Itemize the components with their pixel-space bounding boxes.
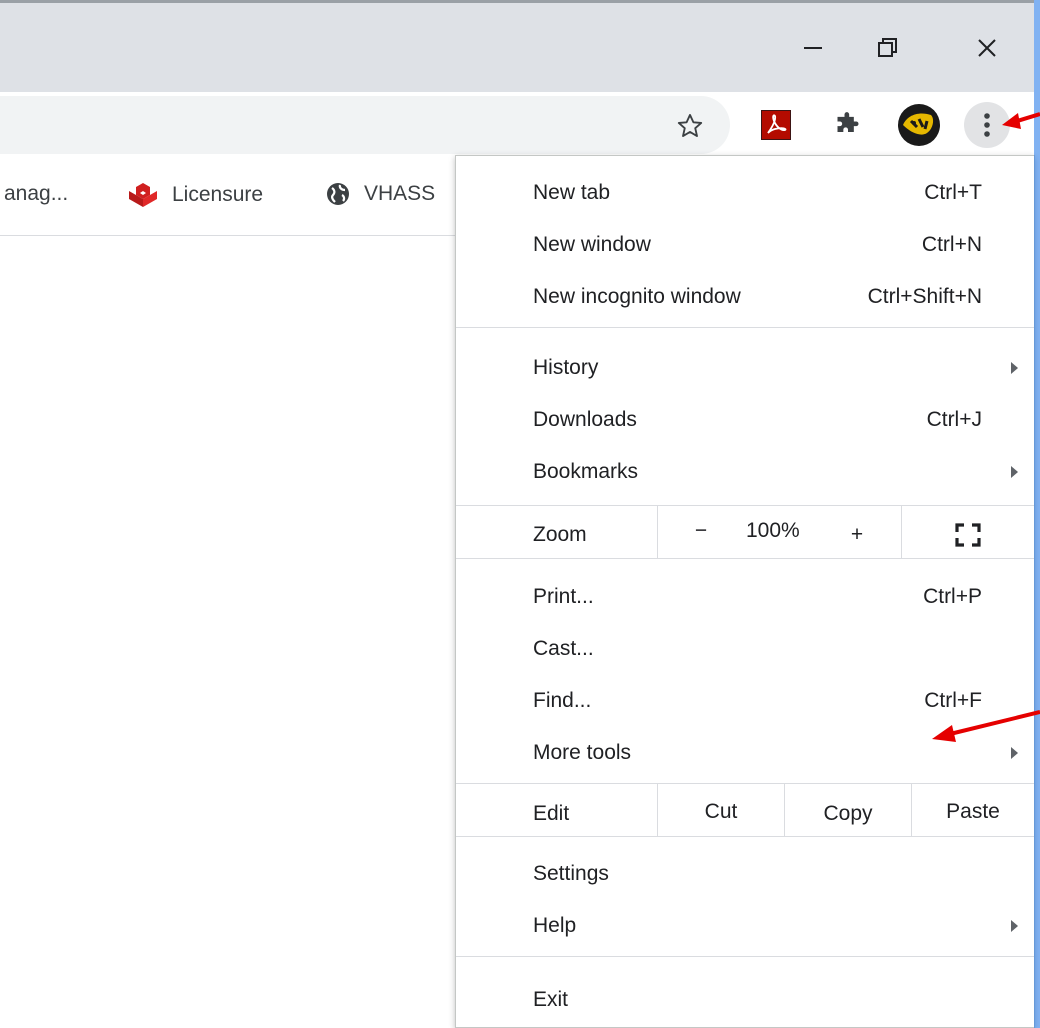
copy-button[interactable]: Copy xyxy=(785,802,911,826)
menu-separator xyxy=(456,558,1034,559)
menu-item-shortcut: Ctrl+Shift+N xyxy=(867,285,982,308)
menu-item-shortcut: Ctrl+N xyxy=(921,233,982,256)
bookmark-item-licensure[interactable]: Licensure xyxy=(128,182,263,208)
menu-item-print[interactable]: Print... Ctrl+P xyxy=(456,571,1034,623)
chrome-main-menu: New tab Ctrl+T New window Ctrl+N New inc… xyxy=(455,155,1035,1028)
menu-item-label: New window xyxy=(533,233,651,256)
menu-item-label: Help xyxy=(533,914,577,937)
menu-item-new-tab[interactable]: New tab Ctrl+T xyxy=(456,167,1034,219)
menu-separator xyxy=(456,836,1034,837)
fullscreen-button[interactable] xyxy=(946,515,990,555)
menu-item-help[interactable]: Help xyxy=(456,900,1034,952)
menu-item-shortcut: Ctrl+J xyxy=(926,408,982,431)
menu-item-settings[interactable]: Settings xyxy=(456,848,1034,900)
menu-item-label: History xyxy=(533,356,599,379)
minimize-icon xyxy=(804,47,822,49)
menu-item-new-window[interactable]: New window Ctrl+N xyxy=(456,219,1034,271)
menu-item-shortcut: Ctrl+T xyxy=(924,181,982,204)
menu-item-label: New incognito window xyxy=(533,285,741,308)
globe-icon xyxy=(327,183,349,205)
profile-avatar[interactable] xyxy=(896,102,942,148)
menu-item-label: Find... xyxy=(533,689,592,712)
annotation-arrow-more-tools-icon xyxy=(932,710,1040,742)
menu-item-label: New tab xyxy=(533,181,611,204)
menu-item-label: More tools xyxy=(533,741,632,764)
licensure-favicon-icon xyxy=(129,183,157,207)
close-icon xyxy=(978,39,996,57)
address-bar[interactable] xyxy=(0,96,730,154)
menu-separator xyxy=(456,505,1034,506)
title-bar xyxy=(0,0,1034,92)
bookmark-star-button[interactable] xyxy=(668,104,712,148)
star-icon xyxy=(677,113,703,137)
menu-item-label: Cast... xyxy=(533,637,594,660)
menu-item-history[interactable]: History xyxy=(456,342,1034,394)
menu-item-label: Print... xyxy=(533,585,594,608)
cut-button[interactable]: Cut xyxy=(658,800,784,824)
menu-separator xyxy=(456,327,1034,328)
zoom-label: Zoom xyxy=(533,523,587,546)
menu-item-label: Exit xyxy=(533,988,569,1011)
submenu-arrow-icon xyxy=(1011,362,1018,374)
zoom-in-button[interactable]: + xyxy=(842,523,872,547)
menu-item-label: Downloads xyxy=(533,408,637,431)
bookmark-label: Licensure xyxy=(172,183,264,206)
menu-item-cast[interactable]: Cast... xyxy=(456,623,1034,675)
annotation-arrow-menu-icon xyxy=(1002,112,1040,129)
restore-button[interactable] xyxy=(862,23,912,73)
adobe-acrobat-icon[interactable] xyxy=(758,107,794,143)
bookmark-label: VHASS xyxy=(364,182,436,205)
menu-item-label: Bookmarks xyxy=(533,460,639,483)
zoom-out-button[interactable]: − xyxy=(684,519,718,543)
bookmark-item-vhass[interactable]: VHASS xyxy=(326,182,452,206)
close-button[interactable] xyxy=(962,23,1012,73)
menu-separator xyxy=(456,783,1034,784)
menu-item-downloads[interactable]: Downloads Ctrl+J xyxy=(456,394,1034,446)
menu-item-shortcut: Ctrl+P xyxy=(923,585,982,608)
zoom-level: 100% xyxy=(746,519,800,542)
paste-button[interactable]: Paste xyxy=(912,800,1034,824)
submenu-arrow-icon xyxy=(1011,747,1018,759)
edit-label: Edit xyxy=(533,802,570,825)
bookmark-label: anag... xyxy=(4,182,69,205)
menu-item-label: Settings xyxy=(533,862,609,885)
fullscreen-icon xyxy=(955,523,981,547)
window-edge xyxy=(1034,0,1040,1028)
menu-item-new-incognito-window[interactable]: New incognito window Ctrl+Shift+N xyxy=(456,271,1034,323)
zoom-divider xyxy=(901,506,902,558)
submenu-arrow-icon xyxy=(1011,466,1018,478)
minimize-button[interactable] xyxy=(788,23,838,73)
three-dots-menu-icon xyxy=(984,113,990,137)
bookmark-item[interactable]: anag... xyxy=(4,182,68,206)
toolbar xyxy=(0,92,1034,158)
menu-item-exit[interactable]: Exit xyxy=(456,974,1034,1026)
zoom-divider xyxy=(657,506,658,558)
submenu-arrow-icon xyxy=(1011,920,1018,932)
menu-separator xyxy=(456,956,1034,957)
restore-icon xyxy=(878,38,897,57)
puzzle-extensions-icon[interactable] xyxy=(830,107,866,143)
menu-item-bookmarks[interactable]: Bookmarks xyxy=(456,446,1034,498)
